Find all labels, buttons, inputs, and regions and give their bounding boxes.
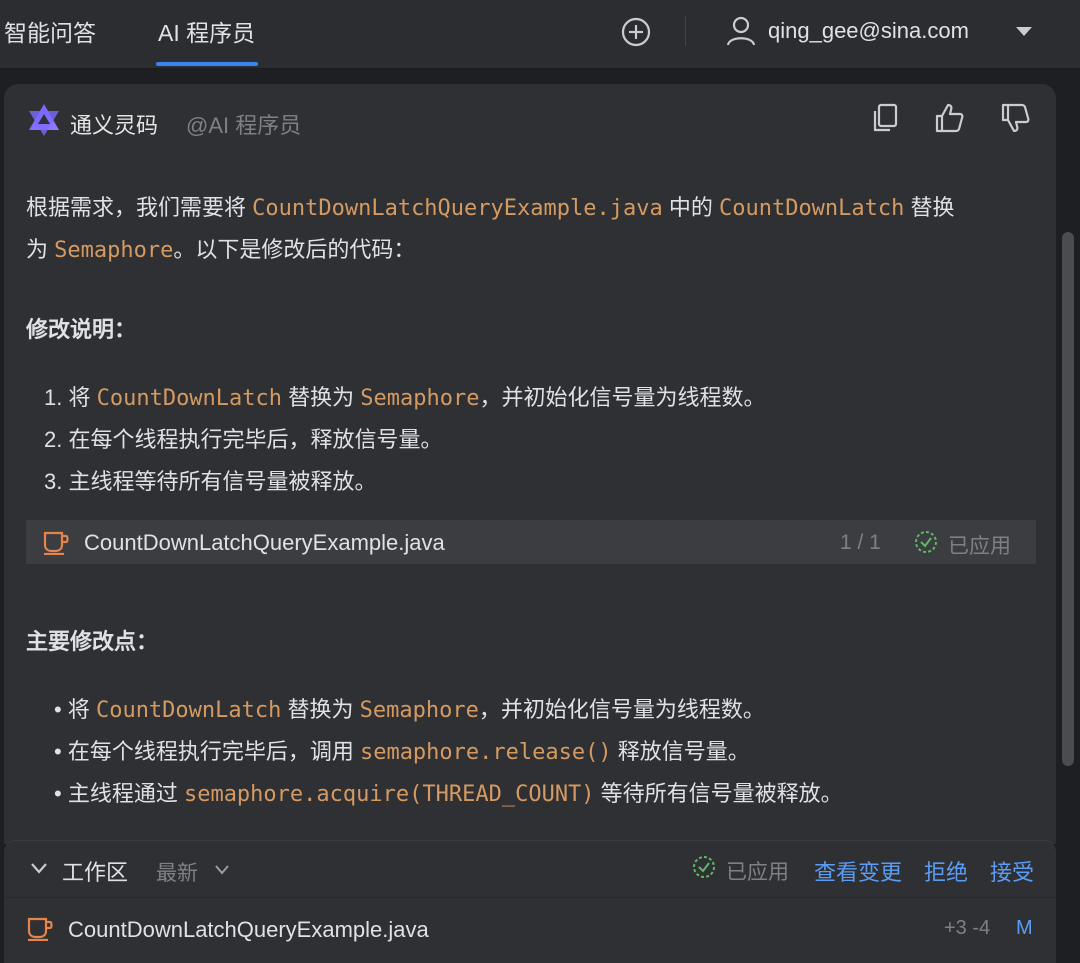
chevron-down-icon[interactable] [214,863,230,875]
chevron-down-icon[interactable] [1014,24,1034,38]
workspace-title[interactable]: 工作区 [62,855,128,887]
user-icon[interactable] [724,14,758,48]
intro-text: 替换 [904,195,955,220]
tab-ai-programmer[interactable]: AI 程序员 [158,14,255,48]
inline-code: CountDownLatchQueryExample.java [252,196,663,221]
thumbs-up-icon[interactable] [934,102,964,134]
intro-line-1: 根据需求，我们需要将 CountDownLatchQueryExample.ja… [26,190,955,222]
list-text: ，并初始化信号量为线程数。 [479,385,766,410]
list-text: 在每个线程执行完毕后，调用 [67,739,360,764]
chevron-down-icon[interactable] [30,861,48,875]
list-text: 将 [62,385,97,410]
intro-line-2: 为 Semaphore。以下是修改后的代码： [26,232,415,264]
list-text: 主线程通过 [67,781,184,806]
list-item: • 将 CountDownLatch 替换为 Semaphore，并初始化信号量… [54,692,765,724]
list-item: • 主线程通过 semaphore.acquire(THREAD_COUNT) … [54,776,843,808]
inline-code: Semaphore [360,386,480,411]
assistant-name: 通义灵码 [70,113,159,138]
inline-code: Semaphore [54,238,174,263]
section-title: 修改说明： [26,317,137,342]
message-card: 通义灵码 @AI 程序员 根据需求，我们需要将 CountDownLatchQu… [4,84,1056,844]
assistant-mention: @AI 程序员 [186,113,302,138]
intro-text: 中的 [662,195,719,220]
list-text: 释放信号量。 [611,739,750,764]
list-text: 主线程等待所有信号量被释放。 [62,469,377,494]
copy-icon[interactable] [870,102,900,134]
file-count: 1 / 1 [840,531,881,554]
list-text: 替换为 [282,385,361,410]
list-item: 2. 在每个线程执行完毕后，释放信号量。 [44,422,442,454]
section-title: 主要修改点： [26,629,159,654]
view-changes-link[interactable]: 查看变更 [814,855,902,887]
check-circle-icon [915,531,937,553]
java-file-icon [27,917,53,941]
tab-smart-qa[interactable]: 智能问答 [4,14,96,48]
bullet: • [54,781,68,806]
top-bar: 智能问答 AI 程序员 qing_gee@sina.com [0,0,1080,69]
list-text: 在每个线程执行完毕后，释放信号量。 [62,427,443,452]
divider [4,897,1056,898]
workspace-panel: 工作区 最新 已应用 查看变更 拒绝 接受 CountDownLatchQuer… [4,840,1056,963]
tongyi-logo-icon [29,104,59,136]
list-text: 将 [67,697,96,722]
code-file-bar[interactable]: CountDownLatchQueryExample.java 1 / 1 已应… [26,520,1036,564]
bullet: • [54,697,68,722]
intro-text: 。以下是修改后的代码： [173,237,416,262]
list-number: 1. [44,385,63,410]
active-tab-indicator [156,62,258,66]
applied-status: 已应用 [726,861,789,884]
inline-code: semaphore.release() [359,740,612,765]
plus-circle-icon[interactable] [620,16,652,48]
list-number: 3. [44,469,63,494]
bullet: • [54,739,68,764]
diff-stats: +3 -4 [944,917,991,939]
list-text: 替换为 [281,697,360,722]
divider [685,16,686,46]
accept-link[interactable]: 接受 [990,855,1034,887]
thumbs-down-icon[interactable] [1000,102,1030,134]
inline-code: CountDownLatch [95,698,282,723]
check-circle-icon [693,856,715,878]
list-text: 等待所有信号量被释放。 [594,781,843,806]
file-name: CountDownLatchQueryExample.java [84,530,445,555]
list-item: • 在每个线程执行完毕后，调用 semaphore.release() 释放信号… [54,734,750,766]
list-item: 1. 将 CountDownLatch 替换为 Semaphore，并初始化信号… [44,380,766,412]
workspace-file-name[interactable]: CountDownLatchQueryExample.java [68,917,429,943]
user-email[interactable]: qing_gee@sina.com [768,18,969,44]
java-file-icon [43,531,69,555]
modified-badge: M [1016,917,1033,939]
inline-code: CountDownLatch [96,386,283,411]
scrollbar[interactable] [1062,232,1074,766]
reject-link[interactable]: 拒绝 [924,855,968,887]
filter-select[interactable]: 最新 [156,857,198,887]
inline-code: CountDownLatch [718,196,905,221]
inline-code: semaphore.acquire(THREAD_COUNT) [183,782,595,807]
list-text: ，并初始化信号量为线程数。 [478,697,765,722]
list-number: 2. [44,427,63,452]
list-item: 3. 主线程等待所有信号量被释放。 [44,464,376,496]
intro-text: 根据需求，我们需要将 [26,195,253,220]
intro-text: 为 [26,237,55,262]
inline-code: Semaphore [359,698,479,723]
applied-status: 已应用 [948,535,1011,558]
